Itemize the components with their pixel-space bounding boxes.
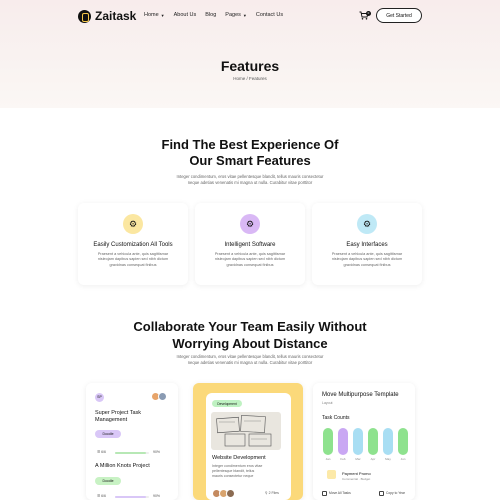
chart-bar [323,428,333,455]
get-started-button[interactable]: Get Started [376,8,422,23]
progress-bar [115,496,149,498]
stats-card-title: Move Multipurpose Template [322,392,399,398]
nav-label: Pages [225,12,241,18]
collab-description: Integer condimentum, eros vitae pellente… [160,354,340,366]
payment-subtitle: Commercial · Budget [342,477,371,481]
development-tag[interactable]: Development [212,400,242,407]
copy-year-checkbox[interactable] [379,491,384,496]
brand-logo[interactable]: Zaitask [78,9,136,23]
features-description: Integer condimentum, eros vitae pellente… [160,174,340,186]
chart-bar-label: Jan [325,457,331,461]
task-tag[interactable]: Doodle [95,430,121,438]
checkbox-label: Move All Tasks [329,491,351,495]
task-tag[interactable]: Doodle [95,477,121,485]
feature-desc: Praesent a vehicula ante, quis sagittism… [90,252,176,268]
task-counts-title: Task Counts [322,415,350,421]
nav-item-blog[interactable]: Blog [205,12,216,18]
feature-title: Easily Customization All Tools [93,242,173,248]
gear-icon: ⚙ [240,214,260,234]
count-value: 6/6 [101,450,106,454]
nav-label: About Us [173,12,197,18]
desc-line: mauris consectetur neque [212,474,254,478]
nav-label: Contact Us [255,12,284,18]
feature-card-interfaces: ⚙ Easy Interfaces Praesent a vehicula an… [312,203,422,285]
progress-percent: 90% [153,450,161,454]
main-menu: Home ▼ About Us Blog Pages ▼ Contact Us [144,12,283,18]
chart-bar [368,428,378,455]
chart-bar-label: May [385,457,391,461]
avatar [226,489,235,498]
top-navigation: Zaitask Home ▼ About Us Blog Pages ▼ Conta… [0,0,500,32]
desc-line: neque adetias venenatis mi magna ut null… [187,360,313,365]
progress-fill [115,452,146,454]
chart-bar-label: Mar [355,457,361,461]
chart-bar [383,428,393,455]
dev-card-desc: Integer condimentum eros vitae pellentes… [212,464,284,479]
payment-icon [327,470,336,479]
nav-label: Home [144,12,159,18]
feature-title: Intelligent Software [224,242,276,248]
attachment-meta: ⚲ 2 Files [265,491,279,495]
feature-title: Easy Interfaces [346,242,388,248]
brand-name: Zaitask [95,9,137,23]
chart-bar [398,428,408,455]
nav-item-home[interactable]: Home ▼ [144,12,165,18]
desc-line: gravidnas consequat finibus [226,262,274,267]
meta-text: 2 Files [268,491,279,495]
heading-line: Worrying About Distance [172,336,328,351]
payment-title: Payment Promo [342,471,371,476]
progress-bar [115,452,149,454]
breadcrumb[interactable]: Home / Features [0,76,500,81]
feature-card-customization: ⚙ Easily Customization All Tools Praesen… [78,203,188,285]
heading-line: Collaborate Your Team Easily Without [133,319,367,334]
feature-card-intelligent: ⚙ Intelligent Software Praesent a vehicu… [195,203,305,285]
nav-item-about[interactable]: About Us [174,12,197,18]
gear-icon: ⚙ [123,214,143,234]
task-count: ☰ 6/6 [97,450,106,454]
chevron-down-icon: ▼ [160,12,165,18]
paperclip-icon: ⚲ [265,491,268,495]
features-heading: Find The Best Experience Of Our Smart Fe… [100,137,400,169]
checkbox-label: Copy to Year [386,491,405,495]
desc-line: gravidnas consequat finibus [343,262,391,267]
progress-fill [115,496,146,498]
stats-card-subtitle: Layout [322,401,333,405]
task-title-line: Management [95,417,128,423]
nav-item-contact[interactable]: Contact Us [256,12,283,18]
nav-item-pages[interactable]: Pages ▼ [225,12,247,18]
chart-bar-label: Feb [340,457,346,461]
chart-bar [338,428,348,455]
logo-icon [78,9,91,23]
wireframe-sketch-image [211,412,281,450]
page-title: Features [220,58,280,74]
task-count: ☰ 6/6 [97,494,106,498]
gear-icon: ⚙ [357,214,377,234]
chart-bar-label: Apr [370,457,376,461]
heading-line: Find The Best Experience Of [161,137,339,152]
sketch-drawing [216,415,272,447]
nav-label: Blog [205,12,217,18]
avatar [158,392,167,401]
desc-line: gravidnas consequat finibus [109,262,157,267]
collab-heading: Collaborate Your Team Easily Without Wor… [80,318,420,352]
task-title: A Million Knots Project [95,463,150,469]
feature-desc: Praesent a vehicula ante, quis sagittism… [207,252,293,268]
task-title: Super Project Task Management [95,410,141,424]
chart-bar [353,428,363,455]
progress-percent: 90% [153,494,161,498]
feature-desc: Praesent a vehicula ante, quis sagittism… [324,252,410,268]
chevron-down-icon: ▼ [242,12,247,18]
chart-bar-label: Jun [400,457,406,461]
move-tasks-checkbox[interactable] [322,491,327,496]
count-value: 6/6 [101,494,106,498]
cart-count-badge: 0 [366,11,371,16]
dev-card-title: Website Development [212,455,266,461]
desc-line: neque adetias venenatis mi magna ut null… [187,180,313,185]
project-chip: SP [95,393,104,402]
task-title-line: Super Project Task [95,410,142,416]
heading-line: Our Smart Features [189,153,311,168]
